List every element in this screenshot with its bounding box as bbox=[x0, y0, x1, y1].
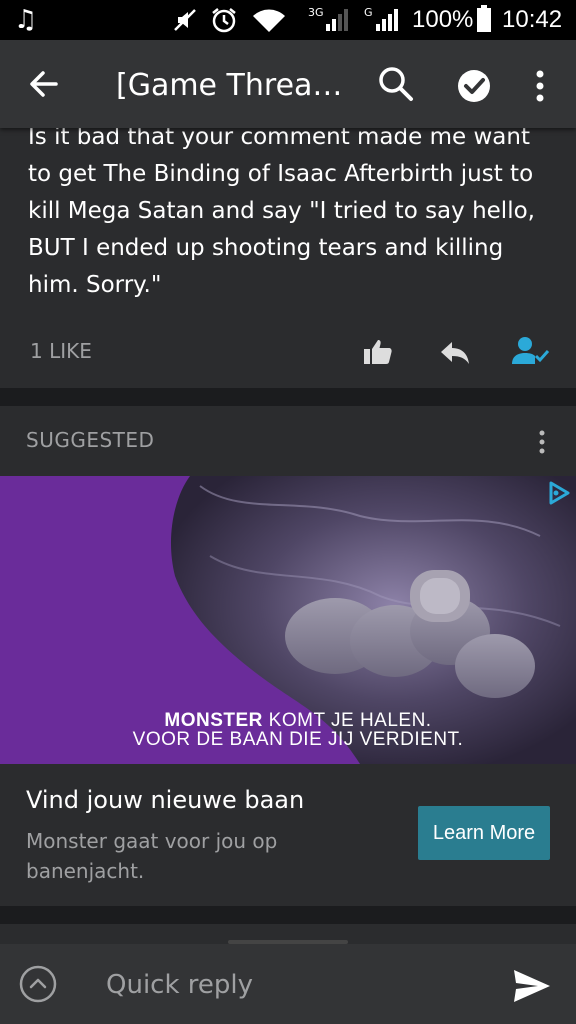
suggested-header: SUGGESTED bbox=[0, 406, 576, 476]
ad-brand: MONSTER bbox=[164, 710, 263, 731]
music-icon: ♫ bbox=[14, 5, 38, 35]
more-vert-icon[interactable] bbox=[522, 66, 558, 106]
comment-card: Is it bad that your comment made me want… bbox=[0, 128, 576, 388]
signal-icon bbox=[376, 9, 398, 31]
ad-description: Monster gaat voor jou op banenjacht. bbox=[26, 829, 278, 883]
clock: 10:42 bbox=[502, 6, 563, 33]
thumbs-up-icon[interactable] bbox=[362, 336, 394, 368]
learn-more-button[interactable]: Learn More bbox=[418, 806, 550, 860]
alarm-icon bbox=[212, 8, 236, 33]
ad-image[interactable]: MONSTER KOMT JE HALEN. VOOR DE BAAN DIE … bbox=[0, 476, 576, 764]
quick-reply-input[interactable] bbox=[104, 964, 488, 1006]
person-check-icon[interactable] bbox=[512, 334, 550, 368]
check-circle-icon[interactable] bbox=[454, 66, 494, 106]
send-icon[interactable] bbox=[512, 968, 552, 1004]
reply-icon[interactable] bbox=[438, 336, 472, 368]
back-arrow-icon[interactable] bbox=[24, 64, 64, 104]
next-card-peek bbox=[0, 924, 576, 944]
quick-reply-bar bbox=[0, 944, 576, 1024]
suggested-label: SUGGESTED bbox=[26, 428, 155, 452]
ad-choices-icon[interactable] bbox=[546, 480, 572, 506]
network-g-label: G bbox=[364, 6, 373, 19]
battery-percent: 100% bbox=[412, 6, 474, 33]
ad-headline-line2: VOOR DE BAAN DIE JIJ VERDIENT. bbox=[132, 729, 464, 750]
ad-headline-rest: KOMT JE HALEN. bbox=[262, 710, 432, 731]
like-count: 1 LIKE bbox=[30, 339, 92, 363]
app-bar: [Game Thread... bbox=[0, 40, 576, 128]
ad-title[interactable]: Vind jouw nieuwe baan bbox=[26, 786, 304, 814]
search-icon[interactable] bbox=[376, 64, 416, 104]
chevron-up-circle-icon[interactable] bbox=[18, 964, 58, 1004]
battery-icon bbox=[477, 5, 491, 32]
mute-icon bbox=[174, 9, 196, 31]
thread-title: [Game Thread... bbox=[116, 68, 344, 103]
more-vert-icon[interactable] bbox=[530, 426, 554, 458]
comment-text: Is it bad that your comment made me want… bbox=[28, 128, 535, 298]
signal-icon bbox=[326, 9, 348, 31]
ad-body: Vind jouw nieuwe baan Monster gaat voor … bbox=[0, 764, 576, 906]
status-bar: ♫ 3G G 100% 10:42 bbox=[0, 0, 576, 40]
network-3g-label: 3G bbox=[308, 6, 324, 19]
wifi-icon bbox=[253, 9, 285, 32]
